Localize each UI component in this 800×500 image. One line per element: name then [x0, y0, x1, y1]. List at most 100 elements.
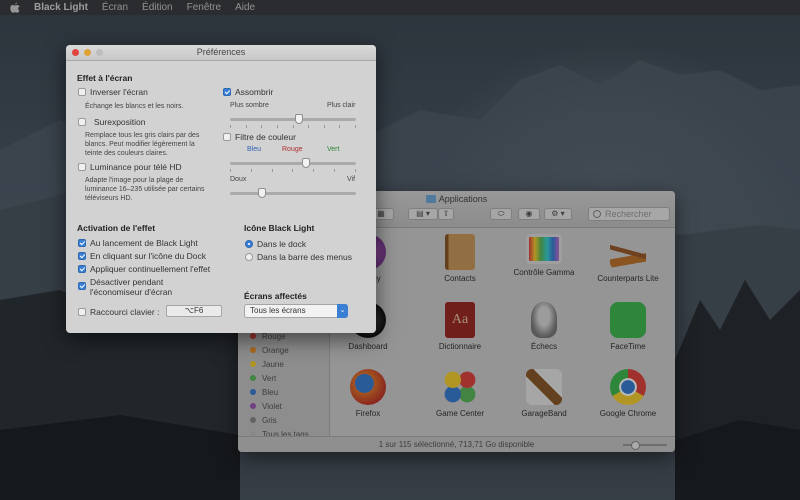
overexposure-label: Surexposition	[94, 117, 146, 127]
sidebar-tag-vert[interactable]: Vert	[238, 371, 329, 385]
desc-line: blancs. Peut modifier légèrement la	[85, 141, 195, 148]
arrange-button[interactable]: ▤ ▾	[408, 208, 438, 220]
screens-select[interactable]: Tous les écrans ⌄	[244, 304, 348, 318]
app-item[interactable]: Contacts	[418, 234, 502, 283]
vivid-label: Vif	[347, 176, 356, 183]
app-item[interactable]: Google Chrome	[586, 369, 670, 418]
app-item[interactable]: Game Center	[418, 369, 502, 418]
softness-slider[interactable]	[230, 188, 356, 198]
icon-size-slider[interactable]	[623, 441, 667, 450]
sidebar-tag-orange[interactable]: Orange	[238, 343, 329, 357]
invert-checkbox[interactable]: Inverser l'écran	[78, 87, 148, 97]
shortcut-field[interactable]: ⌥F6	[166, 305, 222, 317]
app-label: Firefox	[355, 409, 381, 418]
sidebar-tag-violet[interactable]: Violet	[238, 399, 329, 413]
shortcut-label: Raccourci clavier :	[90, 307, 160, 317]
slider-ticks	[230, 169, 356, 172]
action-button[interactable]: ⚙ ▾	[544, 208, 572, 220]
menu-fenetre[interactable]: Fenêtre	[187, 2, 221, 13]
app-item[interactable]: GarageBand	[502, 369, 586, 418]
app-item[interactable]: Échecs	[502, 302, 586, 351]
screens-selected-value: Tous les écrans	[250, 306, 306, 315]
slider-knob[interactable]	[301, 158, 310, 168]
sidebar-tag-jaune[interactable]: Jaune	[238, 357, 329, 371]
tag-label: Jaune	[262, 359, 284, 369]
app-item[interactable]: Aa Dictionnaire	[418, 302, 502, 351]
hd-luminance-checkbox[interactable]: Luminance pour télé HD	[78, 162, 182, 172]
checkbox-box	[78, 163, 86, 171]
label-line: Désactiver pendant	[90, 277, 164, 287]
screensaver-label: Désactiver pendant l'économiseur d'écran	[90, 277, 172, 297]
app-item[interactable]: Counterparts Lite	[586, 234, 670, 283]
close-button[interactable]	[72, 49, 79, 56]
minimize-button[interactable]	[84, 49, 91, 56]
screensaver-checkbox[interactable]: Désactiver pendant l'économiseur d'écran	[78, 277, 172, 297]
tag-label: Gris	[262, 415, 277, 425]
contacts-icon	[445, 234, 475, 270]
color-blue-label: Bleu	[247, 146, 262, 153]
slider-knob[interactable]	[257, 188, 266, 198]
app-label: Dashboard	[348, 342, 388, 351]
tags-button[interactable]: ⬭	[490, 208, 512, 220]
tag-label: Vert	[262, 373, 277, 383]
firefox-icon	[350, 369, 386, 405]
dock-click-checkbox[interactable]: En cliquant sur l'icône du Dock	[78, 251, 206, 261]
gear-icon: ⚙ ▾	[551, 209, 565, 218]
launch-checkbox[interactable]: Au lancement de Black Light	[78, 238, 198, 248]
color-filter-checkbox[interactable]: Filtre de couleur	[223, 132, 296, 142]
color-green-label: Vert	[327, 146, 340, 153]
prefs-titlebar[interactable]: Préférences	[66, 45, 376, 61]
menu-bar: Black Light Écran Édition Fenêtre Aide	[0, 0, 800, 15]
sidebar-tag-gris[interactable]: Gris	[238, 413, 329, 427]
icon-in-dock-radio[interactable]: Dans le dock	[245, 239, 306, 249]
checkbox-box	[78, 118, 86, 126]
menu-edition[interactable]: Édition	[142, 2, 173, 13]
chrome-icon	[610, 369, 646, 405]
slider-ticks	[230, 125, 356, 128]
app-item[interactable]: Firefox	[326, 369, 410, 418]
gamecenter-icon	[442, 369, 478, 405]
color-filter-slider[interactable]	[230, 158, 356, 172]
tag-label: Bleu	[262, 387, 279, 397]
continuous-checkbox[interactable]: Appliquer continuellement l'effet	[78, 264, 210, 274]
app-label: Game Center	[435, 409, 485, 418]
desc-line: Remplace tous les gris clairs par des	[85, 132, 200, 139]
dictionary-icon: Aa	[445, 302, 475, 338]
app-label: FaceTime	[610, 342, 646, 351]
slider-knob[interactable]	[295, 114, 304, 124]
overexposure-checkbox[interactable]: Surexposition	[78, 117, 146, 127]
darken-right-label: Plus clair	[327, 102, 356, 109]
tag-dot-icon	[250, 333, 256, 339]
menu-aide[interactable]: Aide	[235, 2, 255, 13]
finder-search-input[interactable]: Rechercher	[588, 207, 670, 221]
darken-checkbox[interactable]: Assombrir	[223, 87, 273, 97]
hd-luminance-description: Adapte l'image pour la plage de luminanc…	[85, 176, 204, 203]
app-item[interactable]: FaceTime	[586, 302, 670, 351]
app-item[interactable]: Contrôle Gamma	[502, 234, 586, 277]
menu-ecran[interactable]: Écran	[102, 2, 128, 13]
screens-heading: Écrans affectés	[244, 291, 307, 301]
darken-label: Assombrir	[235, 87, 274, 97]
sidebar-tag-bleu[interactable]: Bleu	[238, 385, 329, 399]
darken-slider[interactable]	[230, 114, 356, 128]
color-red-label: Rouge	[282, 146, 303, 153]
share-button[interactable]: ⇪	[438, 208, 454, 220]
icon-in-menubar-radio[interactable]: Dans la barre des menus	[245, 252, 352, 262]
desc-line: luminance 16–235 utilisée par certains	[85, 186, 205, 193]
tag-dot-icon	[250, 347, 256, 353]
zoom-button[interactable]	[96, 49, 103, 56]
quicklook-button[interactable]: ◉	[518, 208, 540, 220]
shortcut-checkbox[interactable]: Raccourci clavier :	[78, 307, 159, 317]
checkbox-box	[78, 88, 86, 96]
app-label: Dictionnaire	[438, 342, 482, 351]
app-label: GarageBand	[521, 409, 567, 418]
columns-icon: ▦	[377, 209, 385, 218]
apple-icon[interactable]	[10, 2, 20, 13]
launch-label: Au lancement de Black Light	[90, 238, 198, 248]
checkbox-box	[78, 308, 86, 316]
chess-icon	[531, 302, 557, 338]
continuous-label: Appliquer continuellement l'effet	[90, 264, 211, 274]
invert-label: Inverser l'écran	[90, 87, 148, 97]
desc-line: téléviseurs HD.	[85, 195, 133, 202]
menu-app-name[interactable]: Black Light	[34, 2, 88, 13]
